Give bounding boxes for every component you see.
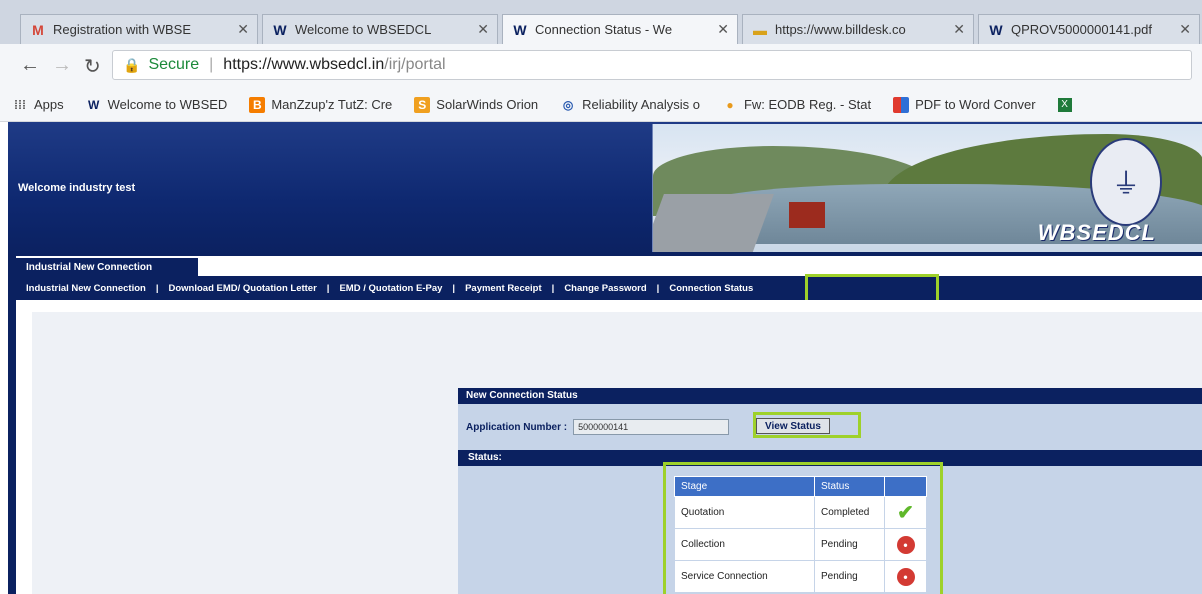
menu-download-emd[interactable]: Download EMD/ Quotation Letter [168, 283, 316, 294]
forward-icon[interactable]: → [52, 54, 72, 77]
menu-industrial-new-connection[interactable]: Industrial New Connection [26, 283, 146, 294]
wbsedcl-icon: W [273, 21, 287, 38]
panel-title: New Connection Status [458, 388, 1202, 404]
header-banner: Welcome industry test ⏚ WBSEDCL [8, 122, 1202, 256]
banner-image: ⏚ WBSEDCL [652, 124, 1202, 252]
application-number-label: Application Number : [466, 421, 568, 433]
close-icon[interactable]: ✕ [953, 21, 965, 38]
mail-icon: ● [726, 97, 734, 112]
bookmark-eodb[interactable]: ● Fw: EODB Reg. - Stat [722, 97, 871, 113]
menu-change-password[interactable]: Change Password [564, 283, 646, 294]
welcome-text: Welcome industry test [18, 182, 136, 194]
lock-icon: 🔒 [123, 56, 141, 73]
browser-tab-3[interactable]: ▬ https://www.billdesk.co ✕ [742, 14, 974, 44]
top-menu: Industrial New Connection | Download EMD… [16, 276, 1202, 300]
bookmark-wbsedcl[interactable]: W Welcome to WBSED [86, 97, 228, 113]
browser-tab-4[interactable]: W QPROV5000000141.pdf ✕ [978, 14, 1200, 44]
close-icon[interactable]: ✕ [237, 21, 249, 38]
url-input[interactable]: 🔒 Secure | https://www.wbsedcl.in /irj/p… [112, 50, 1192, 80]
reload-icon[interactable]: ↻ [84, 54, 101, 79]
url-separator: | [209, 56, 214, 73]
bookmark-apps[interactable]: ⁞⁞⁞ Apps [12, 97, 64, 113]
billdesk-icon: ▬ [753, 21, 767, 38]
browser-tab-1[interactable]: W Welcome to WBSEDCL ✕ [262, 14, 498, 44]
bookmark-label: ManZzup'z TutZ: Cre [271, 97, 393, 112]
blogger-icon: B [249, 96, 266, 113]
url-path: /irj/portal [384, 56, 446, 73]
bookmark-label: Fw: EODB Reg. - Stat [743, 97, 872, 112]
bookmark-label: Apps [34, 97, 64, 112]
highlight-status-table [663, 462, 943, 594]
pdf-icon [893, 96, 910, 113]
tab-title: https://www.billdesk.co [775, 22, 906, 37]
bookmark-blogger[interactable]: B ManZzup'z TutZ: Cre [249, 96, 393, 113]
browser-tab-0[interactable]: M Registration with WBSE ✕ [20, 14, 258, 44]
web-page: Welcome industry test ⏚ WBSEDCL Industri… [0, 122, 1202, 594]
tab-title: Welcome to WBSEDCL [295, 22, 432, 37]
bookmark-label: SolarWinds Orion [436, 97, 539, 112]
section-tab[interactable]: Industrial New Connection [16, 258, 198, 276]
menu-emd-epay[interactable]: EMD / Quotation E-Pay [339, 283, 442, 294]
bookmark-solarwinds[interactable]: S SolarWinds Orion [414, 96, 539, 113]
bookmark-label: PDF to Word Conver [915, 97, 1036, 112]
reliability-icon: ◎ [562, 97, 574, 112]
bookmark-label: Welcome to WBSED [107, 97, 228, 112]
wbsedcl-logo-icon: ⏚ [1090, 138, 1162, 226]
menu-payment-receipt[interactable]: Payment Receipt [465, 283, 542, 294]
gmail-icon: M [32, 21, 44, 38]
wbsedcl-icon: W [513, 21, 527, 38]
wbsedcl-icon: W [87, 97, 100, 112]
bookmark-pdf[interactable]: PDF to Word Conver [893, 96, 1036, 113]
back-icon[interactable]: ← [20, 54, 40, 77]
bookmark-label: Reliability Analysis o [582, 97, 700, 112]
tab-title: QPROV5000000141.pdf [1011, 22, 1152, 37]
close-icon[interactable]: ✕ [717, 21, 729, 38]
excel-icon[interactable]: X [1057, 97, 1072, 112]
tab-title: Registration with WBSE [53, 22, 191, 37]
menu-connection-status[interactable]: Connection Status [669, 283, 753, 294]
highlight-view-status [753, 412, 861, 438]
apps-icon: ⁞⁞⁞ [14, 97, 26, 112]
logo-text: WBSEDCL [1037, 220, 1156, 245]
wbsedcl-icon: W [989, 21, 1003, 38]
close-icon[interactable]: ✕ [477, 21, 489, 38]
browser-tab-2[interactable]: W Connection Status - We ✕ [502, 14, 738, 44]
secure-label: Secure [148, 56, 200, 73]
bookmark-reliability[interactable]: ◎ Reliability Analysis o [560, 97, 700, 113]
tab-title: Connection Status - We [535, 22, 673, 37]
close-icon[interactable]: ✕ [1179, 21, 1191, 38]
browser-tab-strip: M Registration with WBSE ✕ W Welcome to … [0, 0, 1202, 44]
solarwinds-icon: S [414, 96, 431, 113]
application-number-input[interactable] [573, 419, 730, 435]
bookmarks-bar: ⁞⁞⁞ Apps W Welcome to WBSED B ManZzup'z … [0, 88, 1202, 122]
address-bar: ← → ↻ 🔒 Secure | https://www.wbsedcl.in … [0, 44, 1202, 88]
url-host: https://www.wbsedcl.in [223, 56, 385, 73]
